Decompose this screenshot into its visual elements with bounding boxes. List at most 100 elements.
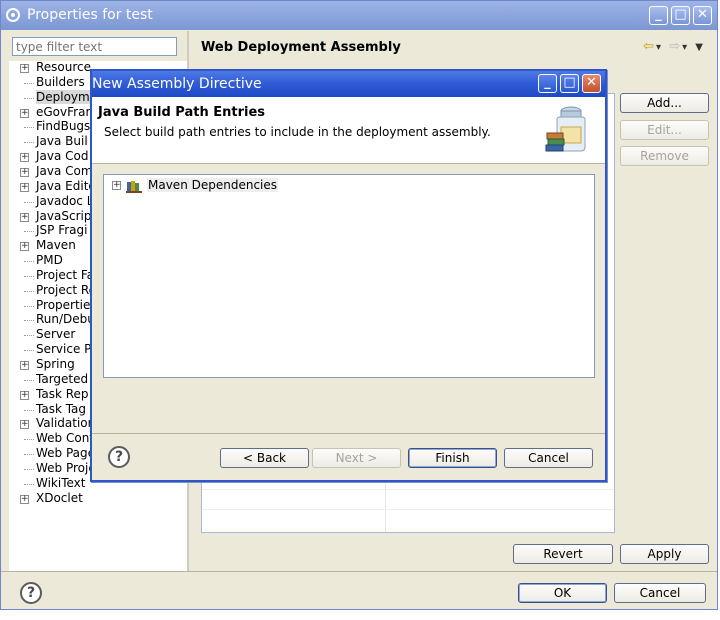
tree-item-label: Validation xyxy=(36,416,96,431)
tree-item-label: Properties xyxy=(36,297,97,312)
expand-icon[interactable]: + xyxy=(20,167,29,177)
expand-icon[interactable]: + xyxy=(20,420,29,430)
dialog-footer-divider xyxy=(92,433,605,434)
tree-connector xyxy=(24,439,34,441)
tree-item-label: Web Cont xyxy=(36,431,95,446)
wizard-description: Select build path entries to include in … xyxy=(104,125,491,139)
tree-item-label: Project Re xyxy=(36,282,97,297)
tree-item-label: Server xyxy=(36,327,76,342)
view-menu-icon[interactable]: ▼ xyxy=(695,42,705,53)
table-row xyxy=(202,509,614,510)
tree-item-label: Task Rep xyxy=(36,386,89,401)
dialog-close-button[interactable]: ✕ xyxy=(582,74,601,93)
expand-icon[interactable]: + xyxy=(20,153,29,163)
tree-connector xyxy=(24,305,34,307)
dialog-cancel-button[interactable]: Cancel xyxy=(504,448,593,468)
tree-item-label: eGovFram xyxy=(36,104,98,119)
next-button[interactable]: Next > xyxy=(312,448,401,468)
tree-item-label: JSP Fragi xyxy=(36,223,88,238)
remove-button[interactable]: Remove xyxy=(620,146,709,166)
back-dropdown-icon[interactable]: ▾ xyxy=(656,42,663,53)
tree-connector xyxy=(24,201,34,203)
wizard-heading: Java Build Path Entries xyxy=(98,105,266,120)
dialog-minimize-button[interactable]: _ xyxy=(538,74,557,93)
window-title: Properties for test xyxy=(27,7,153,23)
tree-node-label: Maven Dependencies xyxy=(147,178,279,192)
tree-connector xyxy=(24,468,34,470)
tree-item-label: WikiText xyxy=(36,475,86,490)
tree-connector xyxy=(24,275,34,277)
tree-item-label: Task Tag xyxy=(36,401,87,416)
page-title: Web Deployment Assembly xyxy=(201,40,401,55)
expand-icon[interactable]: + xyxy=(20,212,29,222)
tree-connector xyxy=(24,290,34,292)
tree-item-label: Java Cod xyxy=(36,149,89,164)
minimize-button[interactable]: _ xyxy=(649,6,668,25)
tree-connector xyxy=(24,261,34,263)
back-arrow-icon[interactable]: ⇦ xyxy=(643,39,656,54)
tree-item-label: Deployme xyxy=(36,89,98,104)
tree-item-label: Targeted xyxy=(36,371,89,386)
tree-item-label: Project Fa xyxy=(36,267,95,282)
expand-icon[interactable]: + xyxy=(20,390,29,400)
tree-item-label: JavaScrip xyxy=(36,208,92,223)
tree-item-label: PMD xyxy=(36,253,63,268)
help-icon[interactable]: ? xyxy=(20,582,42,604)
maximize-button[interactable]: □ xyxy=(671,6,690,25)
tree-item-label: Java Edito xyxy=(36,178,96,193)
page-header: Web Deployment Assembly ⇦▾ ⇨▾ ▼ xyxy=(189,31,717,63)
help-icon[interactable]: ? xyxy=(108,446,130,468)
eclipse-icon xyxy=(6,8,20,22)
expand-icon[interactable]: + xyxy=(20,182,29,192)
forward-dropdown-icon[interactable]: ▾ xyxy=(682,42,689,53)
tree-connector xyxy=(24,82,34,84)
page-nav: ⇦▾ ⇨▾ ▼ xyxy=(643,39,705,54)
edit-button[interactable]: Edit... xyxy=(620,120,709,140)
tree-connector xyxy=(24,335,34,337)
dialog-titlebar[interactable]: New Assembly Directive _ □ ✕ xyxy=(92,71,605,97)
footer-divider xyxy=(1,571,717,572)
expand-icon[interactable]: + xyxy=(112,181,121,190)
library-icon xyxy=(126,181,142,193)
tree-connector xyxy=(24,142,34,144)
expand-icon[interactable]: + xyxy=(20,108,29,118)
tree-item-label: Spring xyxy=(36,357,75,371)
tree-connector xyxy=(24,320,34,322)
dialog-title: New Assembly Directive xyxy=(92,76,262,92)
tree-connector xyxy=(24,483,34,485)
tree-item-label: Web Page xyxy=(36,446,96,461)
tree-connector xyxy=(24,97,34,99)
close-button[interactable]: ✕ xyxy=(693,6,712,25)
tree-item-label: Web Proje xyxy=(36,460,96,475)
add-button[interactable]: Add... xyxy=(620,93,709,113)
expand-icon[interactable]: + xyxy=(20,494,29,504)
cancel-button[interactable]: Cancel xyxy=(614,583,706,603)
filter-input[interactable] xyxy=(12,37,177,56)
forward-arrow-icon[interactable]: ⇨ xyxy=(669,39,682,54)
tree-connector xyxy=(24,379,34,381)
tree-item-label: Javadoc L xyxy=(36,193,94,208)
tree-connector xyxy=(24,350,34,352)
tree-connector xyxy=(24,127,34,129)
finish-button[interactable]: Finish xyxy=(408,448,497,468)
jar-wizard-icon xyxy=(545,106,586,152)
expand-icon[interactable]: + xyxy=(20,64,29,73)
revert-button[interactable]: Revert xyxy=(513,544,613,564)
tree-item-label: FindBugs xyxy=(36,119,91,134)
dialog-maximize-button[interactable]: □ xyxy=(560,74,579,93)
tree-connector xyxy=(24,409,34,411)
tree-item-label: Maven xyxy=(36,238,76,253)
expand-icon[interactable]: + xyxy=(20,361,29,370)
window-titlebar[interactable]: Properties for test _ □ ✕ xyxy=(1,1,717,30)
build-path-entries-tree[interactable]: + Maven Dependencies xyxy=(103,174,595,378)
tree-item-label: Service P xyxy=(36,342,92,357)
tree-item-label: XDoclet xyxy=(36,490,83,505)
table-row xyxy=(202,489,614,490)
tree-item-label: Run/Debu xyxy=(36,312,95,327)
back-button[interactable]: < Back xyxy=(220,448,309,468)
apply-button[interactable]: Apply xyxy=(620,544,709,564)
tree-item-label: Java Buil xyxy=(36,134,88,149)
tree-connector xyxy=(24,231,34,233)
expand-icon[interactable]: + xyxy=(20,242,29,252)
ok-button[interactable]: OK xyxy=(518,583,607,603)
